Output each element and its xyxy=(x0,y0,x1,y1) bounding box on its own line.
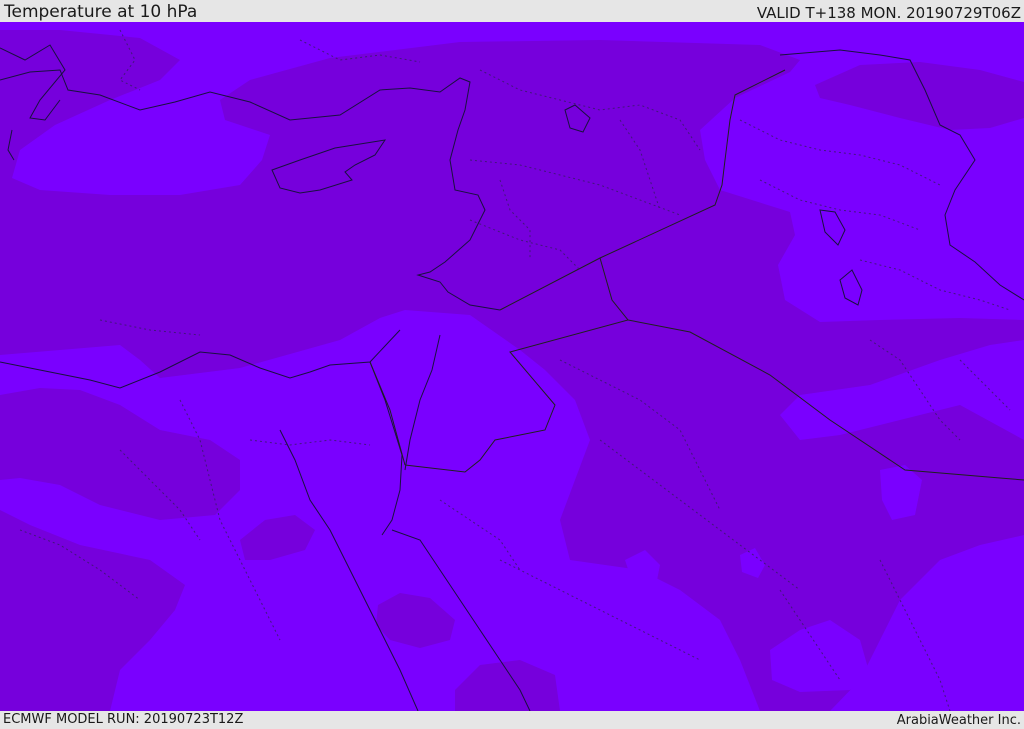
model-run-label: ECMWF MODEL RUN: 20190723T12Z xyxy=(3,712,244,727)
map-canvas xyxy=(0,22,1024,711)
header-bar: Temperature at 10 hPa VALID T+138 MON. 2… xyxy=(0,0,1024,22)
footer-bar: ECMWF MODEL RUN: 20190723T12Z ArabiaWeat… xyxy=(0,711,1024,729)
valid-time: VALID T+138 MON. 20190729T06Z xyxy=(756,4,1021,22)
map-title: Temperature at 10 hPa xyxy=(4,2,198,22)
weather-map[interactable] xyxy=(0,22,1024,711)
brand-label: ArabiaWeather Inc. xyxy=(896,713,1021,728)
